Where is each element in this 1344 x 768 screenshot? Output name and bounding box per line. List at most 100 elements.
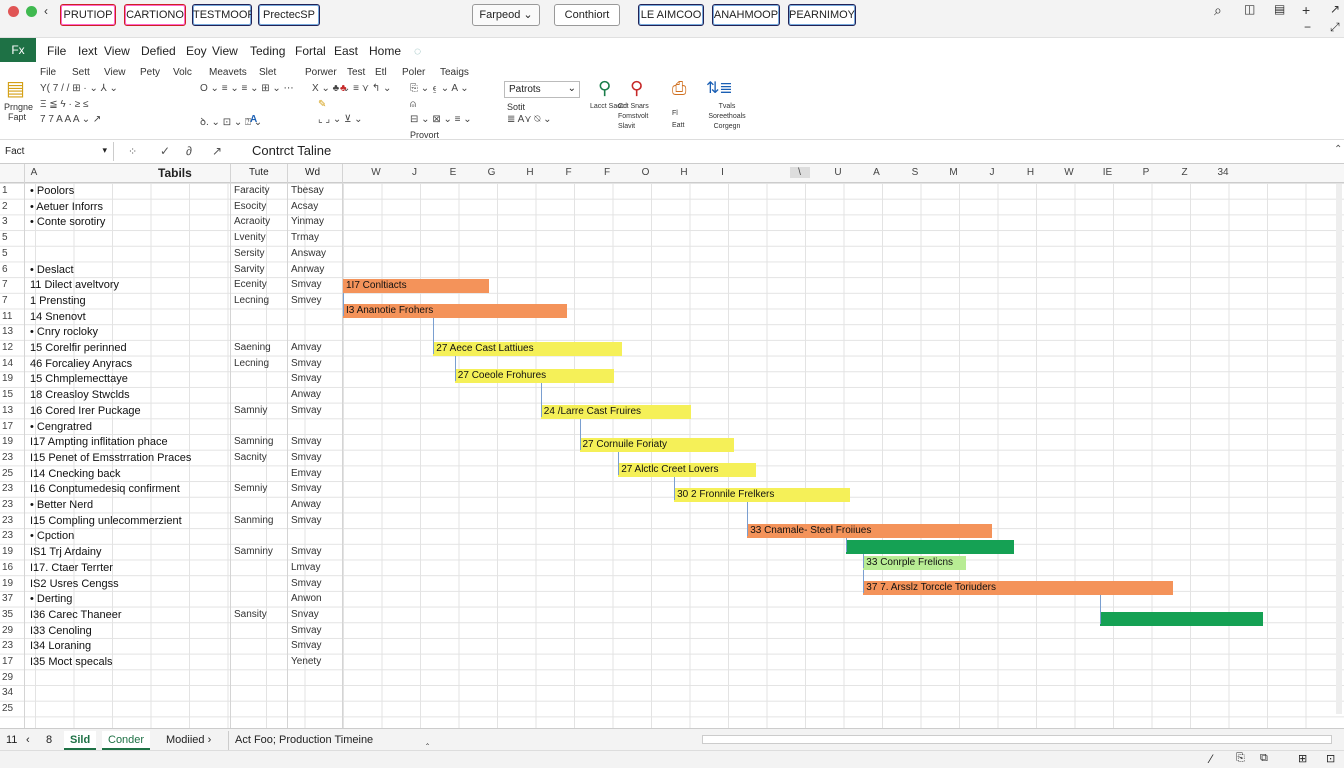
format-icons-row3[interactable]: 7 7 A A A ⌄ ↗ <box>40 114 101 125</box>
ribbon-sub-poler[interactable]: Poler <box>402 67 425 78</box>
ribbon-sub-etl[interactable]: Etl <box>375 67 387 78</box>
status-cell[interactable]: Anwon <box>291 593 322 604</box>
status-cell[interactable]: Smvay <box>291 373 322 384</box>
row-number[interactable]: 16 <box>2 562 20 573</box>
ribbon-sub-file[interactable]: File <box>40 67 56 78</box>
status-cell[interactable]: Yinmay <box>291 216 324 227</box>
row-number[interactable]: 35 <box>2 609 20 620</box>
column-header[interactable]: \ <box>789 167 810 178</box>
row-number[interactable]: 17 <box>2 421 20 432</box>
task-cell[interactable]: 16 Cored Irer Puckage <box>30 405 141 417</box>
ribbon-sub-sett[interactable]: Sett <box>72 67 90 78</box>
sheet-tab-conder[interactable]: Conder <box>102 731 151 750</box>
status-cell[interactable]: Yenety <box>291 656 321 667</box>
resource-column-header[interactable]: Tute <box>249 167 269 178</box>
task-cell[interactable]: • Better Nerd <box>30 499 93 511</box>
search-icon[interactable]: ⌕ <box>1214 2 1222 19</box>
resource-cell[interactable]: Saening <box>234 342 271 353</box>
gantt-bar[interactable]: I3 Ananotie Frohers <box>343 304 567 319</box>
column-header[interactable]: IE <box>1098 167 1118 178</box>
ribbon-sub-porwer[interactable]: Porwer <box>305 67 337 78</box>
column-header[interactable]: H <box>674 167 694 178</box>
resource-cell[interactable]: Sarvity <box>234 264 265 275</box>
task-cell[interactable]: I36 Carec Thaneer <box>30 609 122 621</box>
status-cell[interactable]: Smvay <box>291 515 322 526</box>
status-cell[interactable]: Smvay <box>291 640 322 651</box>
number-icons-row3[interactable]: ⊟ ⌄ ⊠ ⌄ ≡ ⌄ <box>410 114 472 125</box>
gantt-bar[interactable]: 24 /Larre Cast Fruires <box>540 404 692 419</box>
row-number[interactable]: 7 <box>2 279 20 290</box>
horizontal-scrollbar[interactable] <box>702 735 1332 744</box>
ribbon-sub-teaigs[interactable]: Teaigs <box>440 67 469 78</box>
column-a-header[interactable]: A <box>24 167 44 178</box>
task-cell[interactable]: I35 Moct specals <box>30 656 113 668</box>
gantt-bar[interactable]: 27 Aece Cast Lattiues <box>433 342 623 356</box>
column-header[interactable]: 34 <box>1213 167 1233 178</box>
column-header[interactable]: F <box>597 167 617 178</box>
task-cell[interactable]: I17. Ctaer Terrter <box>30 562 113 574</box>
task-cell[interactable]: 14 Snenovt <box>30 311 86 323</box>
file-tab[interactable]: Fx <box>0 38 36 62</box>
resource-cell[interactable]: Sanming <box>234 515 273 526</box>
status-cell[interactable]: Amvay <box>291 342 322 353</box>
gantt-bar[interactable]: 1I7 Conltiacts <box>343 279 490 294</box>
ribbon-sub-meavets[interactable]: Meavets <box>209 67 247 78</box>
status-cell[interactable]: Lmvay <box>291 562 320 573</box>
ribbon-sub-test[interactable]: Test <box>347 67 365 78</box>
gantt-bar[interactable]: 27 Alctlc Creet Lovers <box>618 462 756 477</box>
resource-cell[interactable]: Faracity <box>234 185 270 196</box>
row-number[interactable]: 2 <box>2 201 20 212</box>
resource-cell[interactable]: Lecning <box>234 358 269 369</box>
maximize-dot[interactable] <box>26 6 37 17</box>
task-cell[interactable]: 15 Chmplemecttaye <box>30 373 128 385</box>
grid-icon[interactable]: ⊞ <box>1298 752 1307 765</box>
task-cell[interactable]: I34 Loraning <box>30 640 91 652</box>
status-cell[interactable]: Smvay <box>291 436 322 447</box>
status-cell[interactable]: Tbesay <box>291 185 324 196</box>
row-number[interactable]: 12 <box>2 342 20 353</box>
sheet-tab-sild[interactable]: Sild <box>64 731 97 750</box>
sheet-nav-prev[interactable]: ‹ <box>20 731 36 750</box>
fill-color-icon[interactable]: A <box>250 114 257 125</box>
status-cell[interactable]: Anway <box>291 499 321 510</box>
status-cell[interactable]: Answay <box>291 248 326 259</box>
find-icon[interactable]: ⚲ <box>598 78 611 99</box>
row-number[interactable]: 6 <box>2 264 20 275</box>
toolbar-button-3[interactable]: TESTMOOP <box>192 4 252 26</box>
styles-icons[interactable]: ≣ A⋎ ⍉ ⌄ <box>507 114 552 125</box>
status-cell[interactable]: Anrway <box>291 264 324 275</box>
resource-cell[interactable]: Ecenity <box>234 279 267 290</box>
gantt-bar[interactable]: 37 7. Arsslz Torccle Toriuders <box>863 580 1173 595</box>
menu-iext[interactable]: Iext <box>78 44 97 58</box>
resource-cell[interactable]: Sansity <box>234 609 267 620</box>
resource-cell[interactable]: Lecning <box>234 295 269 306</box>
resource-cell[interactable]: Semniy <box>234 483 267 494</box>
status-cell[interactable]: Smvay <box>291 405 322 416</box>
column-header[interactable]: F <box>559 167 579 178</box>
row-number[interactable]: 34 <box>2 687 20 698</box>
clipboard-icon[interactable]: ⎙ <box>672 78 686 99</box>
formula-input[interactable]: Contrct Taline <box>252 143 331 158</box>
toolbar-button-6[interactable]: Conthiort <box>554 4 620 26</box>
row-number[interactable]: 19 <box>2 578 20 589</box>
help-icon[interactable]: ◌ <box>414 44 421 58</box>
collapse-icon[interactable]: − <box>1304 20 1311 34</box>
task-cell[interactable]: 15 Corelfir perinned <box>30 342 127 354</box>
vertical-scrollbar[interactable] <box>1336 184 1342 714</box>
task-cell[interactable]: 11 Dilect aveltvory <box>30 279 119 291</box>
column-header[interactable]: J <box>405 167 425 178</box>
row-number[interactable]: 11 <box>2 311 20 322</box>
column-header[interactable]: P <box>1136 167 1156 178</box>
ribbon-sub-volc[interactable]: Volc <box>173 67 192 78</box>
column-header[interactable]: H <box>520 167 540 178</box>
toolbar-button-7[interactable]: LE AIMCOO <box>638 4 704 26</box>
row-number[interactable]: 23 <box>2 515 20 526</box>
cancel-icon[interactable]: ✓ <box>160 144 170 158</box>
align-icons-row1[interactable]: O ⌄ ≡ ⌄ ≡ ⌄ ⊞ ⌄ ⋯ <box>200 83 294 94</box>
row-number[interactable]: 1 <box>2 185 20 196</box>
gantt-bar[interactable] <box>1099 612 1264 627</box>
column-header[interactable]: M <box>944 167 964 178</box>
column-header[interactable]: E <box>443 167 463 178</box>
cell-icons-row1[interactable]: X ⌄ ♣ ⌄ ≡ ⋎ ↰ ⌄ <box>312 83 391 94</box>
status-cell[interactable]: Smvay <box>291 358 322 369</box>
